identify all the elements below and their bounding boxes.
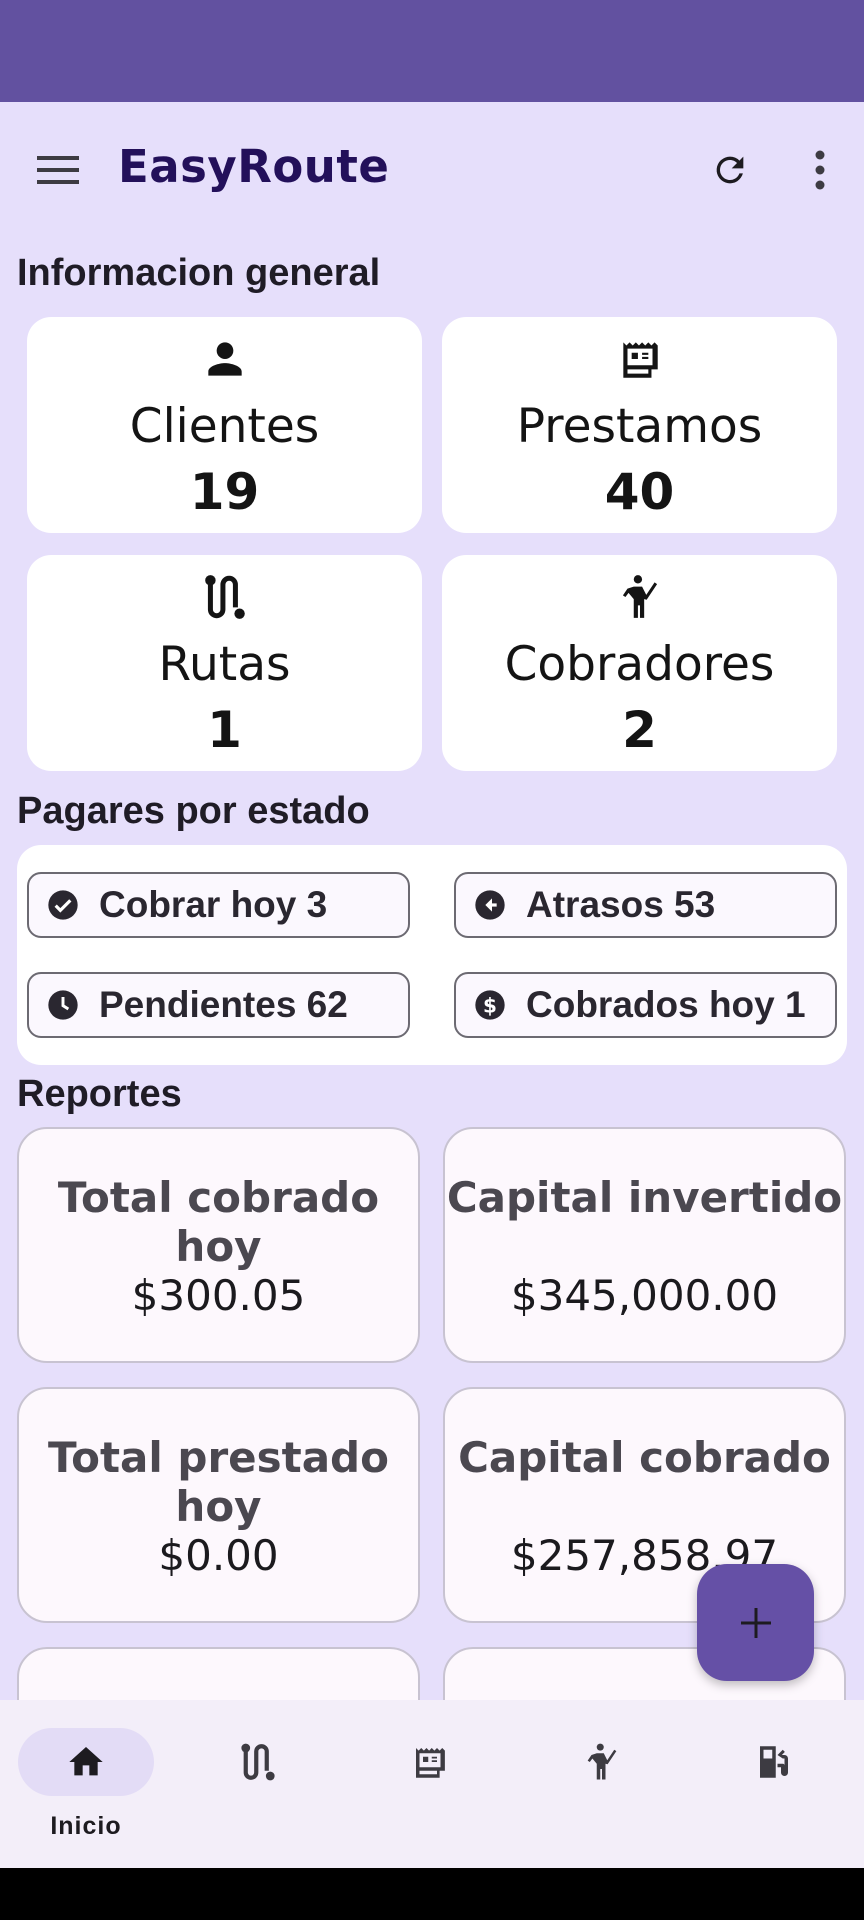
chip-label: Cobrados hoy 1	[526, 984, 806, 1025]
chip-label: Atrasos 53	[526, 884, 716, 925]
refresh-icon	[716, 156, 744, 184]
report-value: $345,000.00	[510, 1271, 779, 1320]
collector-icon	[587, 1743, 617, 1780]
stat-card-cobradores[interactable]: Cobradores 2	[442, 555, 837, 771]
route-icon	[241, 1743, 275, 1781]
stat-card-rutas[interactable]: Rutas 1	[27, 555, 422, 771]
menu-button[interactable]	[30, 142, 86, 198]
app-bar: EasyRoute	[0, 102, 864, 232]
nav-item-inicio[interactable]: Inicio	[0, 1700, 172, 1868]
app-title: EasyRoute	[118, 140, 390, 193]
nav-item-prestamos[interactable]	[344, 1700, 516, 1868]
fuel-icon	[760, 1746, 788, 1778]
report-title: Total cobrado hoy	[57, 1173, 380, 1271]
stat-label: Cobradores	[504, 637, 775, 692]
report-title: Capital invertido	[446, 1173, 843, 1222]
report-title: Total prestado hoy	[48, 1433, 389, 1531]
stat-label: Prestamos	[516, 399, 763, 454]
section-title-pagares: Pagares por estado	[17, 790, 370, 832]
stat-value: 40	[604, 463, 675, 521]
stat-card-prestamos[interactable]: Prestamos 40	[442, 317, 837, 533]
section-title-reportes: Reportes	[17, 1073, 182, 1115]
nav-item-rutas[interactable]	[172, 1700, 344, 1868]
chip-cobrar-hoy[interactable]: Cobrar hoy 3	[27, 872, 410, 938]
report-card-capital-invertido[interactable]: Capital invertido $345,000.00	[443, 1127, 846, 1363]
stat-label: Clientes	[129, 399, 320, 454]
chip-label: Pendientes 62	[99, 984, 348, 1025]
section-title-general: Informacion general	[17, 252, 381, 294]
pagares-panel: Cobrar hoy 3 Atrasos 53 Pendientes 62 $	[17, 845, 847, 1065]
hamburger-icon	[37, 156, 79, 184]
stat-value: 2	[622, 701, 657, 759]
stat-value: 19	[189, 463, 260, 521]
system-navigation-bar	[0, 1868, 864, 1920]
chip-label: Cobrar hoy 3	[99, 884, 328, 925]
report-title: Capital cobrado	[458, 1433, 831, 1482]
collector-icon	[622, 575, 657, 618]
chip-cobrados-hoy[interactable]: $ Cobrados hoy 1	[454, 972, 837, 1038]
bottom-navigation: Inicio	[0, 1700, 864, 1868]
clock-icon	[48, 990, 78, 1020]
stat-value: 1	[207, 701, 242, 759]
nav-label: Inicio	[50, 1812, 122, 1840]
more-options-button[interactable]	[792, 142, 848, 198]
check-circle-icon	[48, 890, 78, 920]
plus-icon	[740, 1607, 771, 1638]
more-vert-icon	[815, 150, 825, 190]
report-value: $300.05	[131, 1271, 306, 1320]
chip-atrasos[interactable]: Atrasos 53	[454, 872, 837, 938]
nav-item-gastos[interactable]	[688, 1700, 860, 1868]
route-icon	[204, 575, 245, 619]
chip-pendientes[interactable]: Pendientes 62	[27, 972, 410, 1038]
stat-label: Rutas	[158, 637, 291, 692]
dollar-circle-icon: $	[475, 990, 505, 1020]
back-arrow-circle-icon	[475, 890, 505, 920]
refresh-button[interactable]	[702, 142, 758, 198]
receipt-icon	[622, 342, 658, 378]
home-icon	[69, 1747, 103, 1776]
nav-item-cobradores[interactable]	[516, 1700, 688, 1868]
report-value: $0.00	[158, 1531, 279, 1580]
receipt-icon	[416, 1748, 445, 1778]
report-card-total-prestado-hoy[interactable]: Total prestado hoy $0.00	[17, 1387, 420, 1623]
status-bar	[0, 0, 864, 102]
add-fab-button[interactable]	[697, 1564, 814, 1681]
svg-text:$: $	[483, 993, 497, 1017]
stat-card-clientes[interactable]: Clientes 19	[27, 317, 422, 533]
person-icon	[207, 342, 242, 376]
report-card-total-cobrado-hoy[interactable]: Total cobrado hoy $300.05	[17, 1127, 420, 1363]
